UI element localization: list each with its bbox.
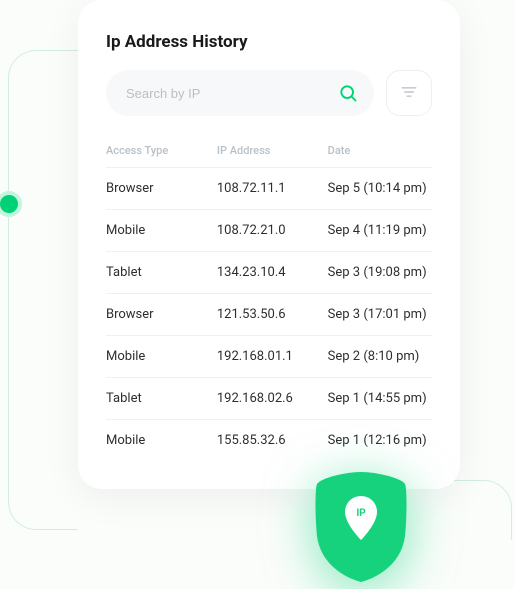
cell-date: Sep 1 (12:16 pm)	[328, 433, 432, 448]
filter-button[interactable]	[386, 70, 432, 116]
cell-access-type: Browser	[106, 181, 217, 196]
decorative-line-left	[8, 50, 78, 530]
table-body: Browser108.72.11.1Sep 5 (10:14 pm)Mobile…	[106, 167, 432, 461]
search-icon[interactable]	[338, 83, 358, 103]
table-row[interactable]: Mobile108.72.21.0Sep 4 (11:19 pm)	[106, 209, 432, 251]
table-header: Access Type IP Address Date	[106, 138, 432, 167]
table-row[interactable]: Browser108.72.11.1Sep 5 (10:14 pm)	[106, 167, 432, 209]
filter-icon	[399, 82, 419, 105]
ip-history-table: Access Type IP Address Date Browser108.7…	[106, 138, 432, 461]
cell-date: Sep 4 (11:19 pm)	[328, 223, 432, 238]
cell-ip-address: 108.72.11.1	[217, 181, 328, 196]
ip-shield-badge: IP	[305, 468, 417, 584]
table-row[interactable]: Tablet134.23.10.4Sep 3 (19:08 pm)	[106, 251, 432, 293]
search-row	[106, 70, 432, 116]
decorative-line-right	[402, 480, 512, 540]
column-header-date: Date	[328, 144, 432, 157]
cell-access-type: Browser	[106, 307, 217, 322]
column-header-ip-address: IP Address	[217, 144, 328, 157]
card-title: Ip Address History	[106, 32, 432, 52]
cell-date: Sep 3 (19:08 pm)	[328, 265, 432, 280]
table-row[interactable]: Mobile192.168.01.1Sep 2 (8:10 pm)	[106, 335, 432, 377]
cell-ip-address: 121.53.50.6	[217, 307, 328, 322]
cell-ip-address: 134.23.10.4	[217, 265, 328, 280]
table-row[interactable]: Mobile155.85.32.6Sep 1 (12:16 pm)	[106, 419, 432, 461]
column-header-access-type: Access Type	[106, 144, 217, 157]
decorative-node-dot	[0, 195, 18, 213]
cell-date: Sep 3 (17:01 pm)	[328, 307, 432, 322]
search-input[interactable]	[126, 86, 338, 101]
cell-date: Sep 1 (14:55 pm)	[328, 391, 432, 406]
cell-ip-address: 155.85.32.6	[217, 433, 328, 448]
cell-date: Sep 5 (10:14 pm)	[328, 181, 432, 196]
search-box[interactable]	[106, 70, 374, 116]
table-row[interactable]: Tablet192.168.02.6Sep 1 (14:55 pm)	[106, 377, 432, 419]
badge-label: IP	[356, 508, 366, 519]
cell-access-type: Mobile	[106, 433, 217, 448]
ip-history-card: Ip Address History Access Type	[78, 0, 460, 489]
cell-ip-address: 192.168.01.1	[217, 349, 328, 364]
cell-ip-address: 192.168.02.6	[217, 391, 328, 406]
cell-access-type: Tablet	[106, 391, 217, 406]
cell-date: Sep 2 (8:10 pm)	[328, 349, 432, 364]
cell-access-type: Mobile	[106, 223, 217, 238]
cell-ip-address: 108.72.21.0	[217, 223, 328, 238]
table-row[interactable]: Browser121.53.50.6Sep 3 (17:01 pm)	[106, 293, 432, 335]
cell-access-type: Mobile	[106, 349, 217, 364]
cell-access-type: Tablet	[106, 265, 217, 280]
